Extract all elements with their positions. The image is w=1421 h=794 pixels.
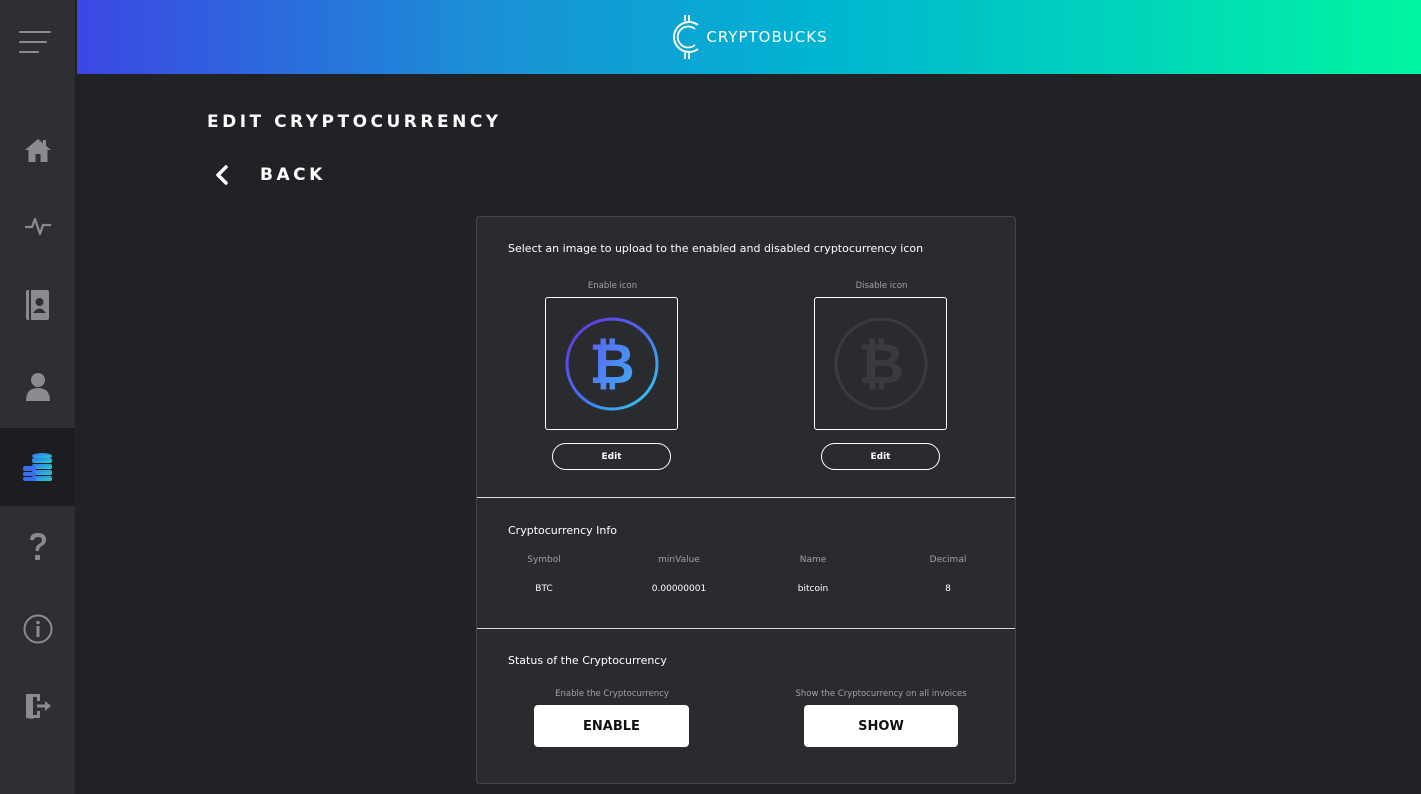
col-header-symbol: Symbol — [527, 555, 561, 565]
edit-card: Select an image to upload to the enabled… — [476, 216, 1016, 784]
header-bar: CRYPTOBUCKS — [77, 0, 1421, 74]
contacts-icon — [25, 290, 49, 320]
svg-text:₿: ₿ — [858, 332, 904, 397]
enable-icon-preview[interactable]: ₿ — [545, 297, 678, 430]
show-button[interactable]: SHOW — [804, 705, 958, 747]
sidebar-item-cryptocurrencies[interactable] — [0, 428, 75, 506]
value-minvalue: 0.00000001 — [651, 584, 707, 594]
back-button[interactable]: BACK — [214, 160, 326, 190]
user-icon — [25, 373, 50, 401]
enable-icon-label: Enable icon — [587, 281, 638, 291]
bitcoin-disabled-icon: ₿ — [834, 317, 927, 410]
enable-caption: Enable the Cryptocurrency — [555, 689, 669, 699]
page-title: EDIT CRYPTOCURRENCY — [207, 112, 502, 132]
divider — [477, 497, 1015, 498]
col-header-name: Name — [799, 555, 827, 565]
disable-icon-preview[interactable]: ₿ — [814, 297, 947, 430]
logo-text-bold: CRYPTO — [706, 28, 772, 46]
col-header-minvalue: minValue — [658, 555, 700, 565]
value-symbol: BTC — [535, 584, 553, 594]
logout-icon — [25, 694, 51, 719]
sidebar-item-info[interactable] — [0, 590, 75, 668]
sidebar-item-user[interactable] — [0, 348, 75, 426]
sidebar-item-help[interactable] — [0, 508, 75, 586]
home-icon — [24, 139, 51, 162]
sidebar-item-home[interactable] — [0, 111, 75, 189]
sidebar-item-logout[interactable] — [0, 667, 75, 745]
value-name: bitcoin — [797, 584, 829, 594]
edit-disable-icon-button[interactable]: Edit — [821, 443, 940, 470]
enable-button[interactable]: ENABLE — [534, 705, 689, 747]
coins-icon — [22, 453, 52, 481]
icons-section-title: Select an image to upload to the enabled… — [508, 242, 924, 255]
info-section-title: Cryptocurrency Info — [508, 524, 617, 537]
activity-icon — [24, 217, 51, 236]
hamburger-menu-icon[interactable] — [19, 31, 51, 55]
sidebar — [0, 0, 75, 794]
logo-text: CRYPTOBUCKS — [706, 28, 827, 46]
sidebar-item-activity[interactable] — [0, 187, 75, 265]
sidebar-item-contacts[interactable] — [0, 266, 75, 344]
show-caption: Show the Cryptocurrency on all invoices — [795, 689, 967, 699]
svg-text:₿: ₿ — [589, 332, 635, 397]
value-decimal: 8 — [945, 584, 951, 594]
cryptobucks-logo[interactable]: CRYPTOBUCKS — [670, 11, 827, 63]
info-icon — [23, 614, 52, 644]
status-section-title: Status of the Cryptocurrency — [508, 654, 667, 667]
cryptobucks-logo-icon — [673, 15, 699, 59]
divider — [477, 628, 1015, 629]
bitcoin-enabled-icon: ₿ — [565, 317, 658, 410]
help-icon — [29, 533, 46, 560]
back-label: BACK — [260, 165, 326, 185]
col-header-decimal: Decimal — [929, 555, 967, 565]
edit-enable-icon-button[interactable]: Edit — [552, 443, 671, 470]
chevron-left-icon — [216, 165, 228, 185]
logo-text-light: BUCKS — [771, 28, 828, 46]
disable-icon-label: Disable icon — [855, 281, 908, 291]
